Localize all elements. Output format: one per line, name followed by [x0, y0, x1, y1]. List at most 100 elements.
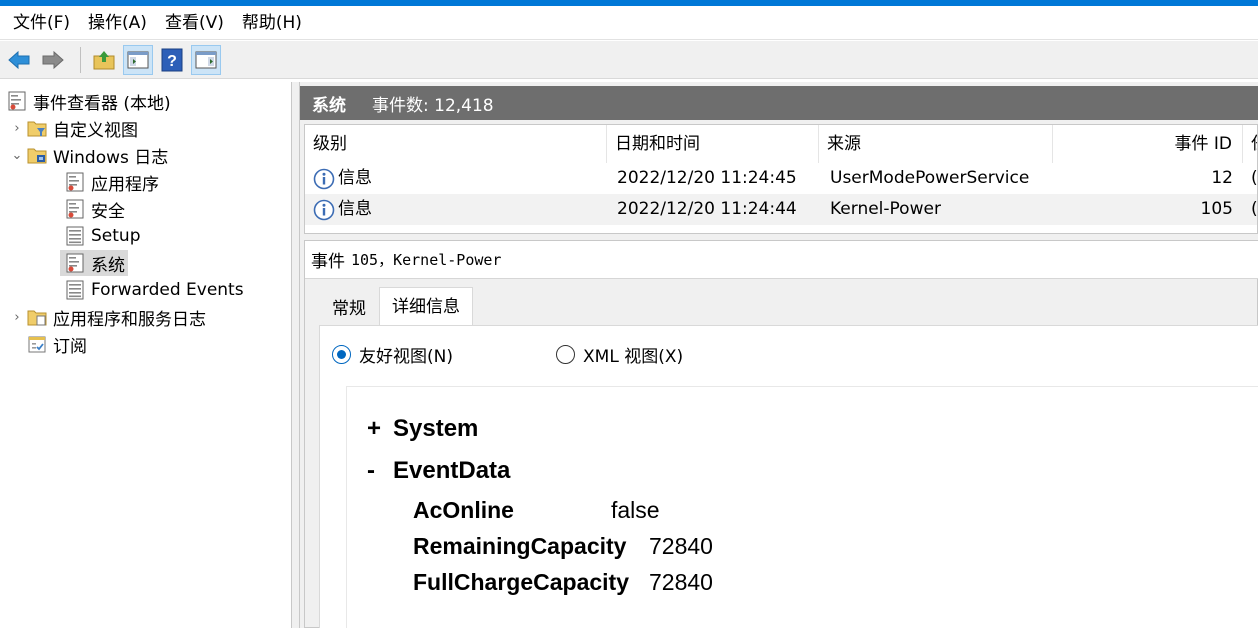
section-eventdata-label: EventData	[393, 457, 511, 484]
details-tab-body: 友好视图(N) XML 视图(X) + System - EventData AcO…	[319, 325, 1258, 628]
table-row[interactable]: 信息 2022/12/20 11:24:45 UserModePowerServ…	[305, 163, 1258, 194]
tree-label-setup: Setup	[91, 226, 141, 246]
row-event-id: 105	[1200, 199, 1233, 219]
back-arrow-icon	[8, 50, 30, 69]
tree-label-application: 应用程序	[91, 174, 159, 195]
chevron-down-icon[interactable]: ⌄	[8, 148, 26, 163]
event-viewer-icon	[6, 90, 28, 112]
radio-xml-view[interactable]: XML 视图(X)	[556, 342, 683, 367]
log-icon	[64, 198, 86, 220]
log-header: 系统 事件数: 12,418	[300, 86, 1258, 120]
column-header-level[interactable]: 级别	[305, 125, 607, 163]
detail-title-rest: 105，Kernel-Power	[351, 251, 502, 269]
tree-label-forwarded-events: Forwarded Events	[91, 280, 244, 300]
row-source: UserModePowerService	[830, 168, 1030, 188]
event-detail-pane: 事件 105，Kernel-Power 常规 详细信息 友好视图(N) XML …	[304, 240, 1258, 628]
section-system[interactable]: + System	[367, 415, 478, 443]
chevron-right-icon[interactable]: ›	[8, 121, 26, 136]
event-list-header: 级别 日期和时间 来源 事件 ID 任	[305, 125, 1257, 163]
folder-windows-icon	[26, 144, 48, 166]
tree-item-root[interactable]: 事件查看器 (本地)	[6, 88, 171, 114]
column-header-task[interactable]: 任	[1243, 125, 1257, 163]
row-source: Kernel-Power	[830, 199, 941, 219]
menu-file[interactable]: 文件(F)	[4, 6, 79, 40]
menu-bar: 文件(F) 操作(A) 查看(V) 帮助(H)	[0, 6, 1258, 40]
radio-unselected-icon[interactable]	[556, 345, 575, 364]
field-value: false	[611, 497, 660, 523]
tree-item-setup[interactable]: Setup	[64, 223, 140, 249]
tree-item-app-services-logs[interactable]: › 应用程序和服务日志	[8, 304, 206, 330]
tree-label-subscriptions: 订阅	[53, 336, 87, 357]
action-pane-icon	[195, 51, 217, 68]
section-eventdata[interactable]: - EventData	[367, 457, 510, 485]
section-system-label: System	[393, 415, 479, 442]
radio-selected-icon[interactable]	[332, 345, 351, 364]
event-list: 级别 日期和时间 来源 事件 ID 任 信息 2022/12/20 11:24:…	[304, 124, 1258, 234]
tree-item-security[interactable]: 安全	[64, 196, 125, 222]
tab-details[interactable]: 详细信息	[379, 287, 473, 325]
radio-friendly-label: 友好视图(N)	[359, 347, 453, 367]
forward-button[interactable]	[38, 45, 68, 75]
info-icon	[313, 168, 335, 189]
log-plain-icon	[64, 279, 86, 301]
row-task: (	[1251, 199, 1258, 219]
svg-text:?: ?	[167, 53, 177, 70]
tree-item-forwarded-events[interactable]: Forwarded Events	[64, 277, 244, 303]
info-icon	[313, 199, 335, 220]
field-key: AcOnline	[413, 497, 514, 523]
row-datetime: 2022/12/20 11:24:44	[617, 199, 797, 219]
up-folder-button[interactable]	[89, 45, 119, 75]
console-tree: 事件查看器 (本地) › 自定义视图 ⌄ Windows 日志 应用程序 安全 …	[0, 82, 292, 628]
field-key: FullChargeCapacity	[413, 569, 629, 595]
radio-friendly-view[interactable]: 友好视图(N)	[332, 342, 453, 367]
show-hide-action-pane-button[interactable]	[191, 44, 221, 75]
tree-label-security: 安全	[91, 201, 125, 222]
expand-icon[interactable]: +	[367, 415, 393, 443]
log-icon	[64, 171, 86, 193]
menu-view[interactable]: 查看(V)	[156, 6, 233, 40]
forward-arrow-icon	[42, 50, 64, 69]
back-button[interactable]	[4, 45, 34, 75]
table-row[interactable]: 信息 2022/12/20 11:24:44 Kernel-Power 105 …	[305, 194, 1258, 225]
field-key: RemainingCapacity	[413, 533, 627, 559]
tree-item-custom-views[interactable]: › 自定义视图	[8, 115, 138, 141]
subscription-icon	[26, 333, 48, 355]
log-name: 系统	[312, 95, 346, 116]
tab-general[interactable]: 常规	[319, 291, 379, 325]
field-value: 72840	[649, 533, 713, 559]
folder-up-icon	[93, 50, 115, 69]
folder-log-icon	[26, 306, 48, 328]
console-tree-icon	[127, 51, 149, 68]
detail-title-prefix: 事件	[311, 252, 345, 272]
menu-action[interactable]: 操作(A)	[79, 6, 156, 40]
column-header-event-id[interactable]: 事件 ID	[1053, 125, 1243, 163]
help-button[interactable]: ?	[157, 45, 187, 75]
tree-label-custom-views: 自定义视图	[53, 120, 138, 141]
row-event-id: 12	[1211, 168, 1233, 188]
field-value: 72840	[649, 569, 713, 595]
pane-splitter[interactable]	[292, 82, 300, 628]
tree-item-windows-logs[interactable]: ⌄ Windows 日志	[8, 142, 169, 168]
field-row: AcOnline	[413, 497, 514, 524]
column-header-datetime[interactable]: 日期和时间	[607, 125, 819, 163]
tree-item-application[interactable]: 应用程序	[64, 169, 159, 195]
tree-label-root: 事件查看器 (本地)	[33, 93, 171, 114]
toolbar: ?	[0, 41, 1258, 79]
log-plain-icon	[64, 225, 86, 247]
column-header-source[interactable]: 来源	[819, 125, 1053, 163]
tree-item-subscriptions[interactable]: 订阅	[26, 331, 87, 357]
collapse-icon[interactable]: -	[367, 457, 393, 485]
chevron-right-icon[interactable]: ›	[8, 310, 26, 325]
row-level: 信息	[338, 199, 372, 219]
tree-label-system: 系统	[91, 255, 125, 276]
event-count: 事件数: 12,418	[372, 95, 494, 116]
help-icon: ?	[161, 48, 183, 71]
toolbar-separator	[80, 46, 81, 73]
event-detail-title: 事件 105，Kernel-Power	[305, 241, 1258, 279]
show-hide-tree-button[interactable]	[123, 44, 153, 75]
row-task: (	[1251, 168, 1258, 188]
field-row: RemainingCapacity	[413, 533, 626, 560]
tree-item-system[interactable]: 系统	[60, 250, 128, 276]
menu-help[interactable]: 帮助(H)	[233, 6, 311, 40]
field-row: FullChargeCapacity	[413, 569, 629, 596]
